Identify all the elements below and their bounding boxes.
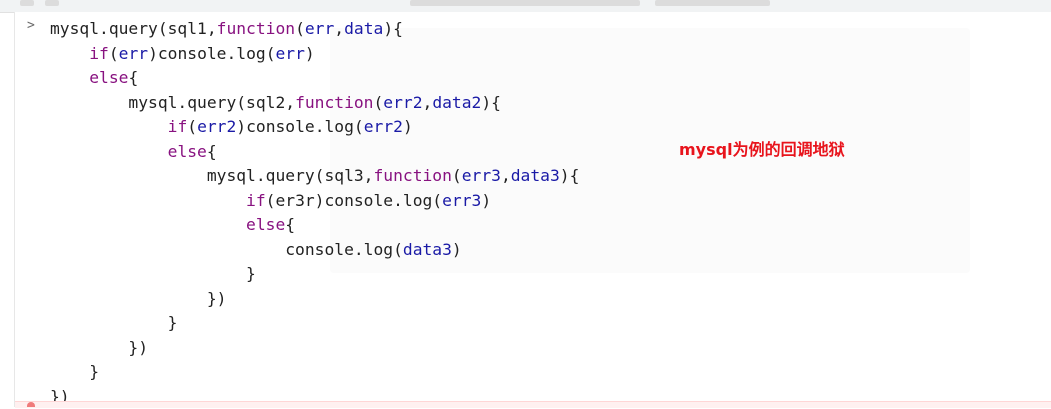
code-text: (er3r)console.log( (266, 191, 442, 210)
code-text: , (423, 93, 433, 112)
code-text: { (285, 215, 295, 234)
code-parameter: err2 (197, 117, 236, 136)
code-keyword: if (168, 117, 188, 136)
code-line: mysql.query(sql3,function(err3,data3){ (50, 164, 579, 189)
code-text: ( (109, 44, 119, 63)
code-parameter: err (119, 44, 148, 63)
code-parameter: err3 (442, 191, 481, 210)
code-line: mysql.query(sql1,function(err,data){ (50, 17, 579, 42)
code-line: console.log(data3) (50, 238, 579, 263)
code-text: ( (373, 93, 383, 112)
code-text: console.log( (50, 240, 403, 259)
code-text: }) (50, 289, 226, 308)
code-text: )console.log( (148, 44, 275, 63)
code-text: } (50, 313, 177, 332)
code-text (50, 117, 168, 136)
code-text (50, 215, 246, 234)
code-text: } (50, 362, 99, 381)
console-input-code[interactable]: mysql.query(sql1,function(err,data){ if(… (50, 17, 579, 409)
code-text: ){ (383, 19, 403, 38)
code-text (50, 68, 89, 87)
code-line: } (50, 360, 579, 385)
code-text (50, 44, 89, 63)
code-line: } (50, 311, 579, 336)
code-text: ( (295, 19, 305, 38)
code-text: } (50, 264, 256, 283)
code-text: ) (452, 240, 462, 259)
code-keyword: if (89, 44, 109, 63)
toolbar-field-blur (410, 0, 640, 6)
toolbar-icon-blur (20, 0, 34, 6)
code-line: if(err)console.log(err) (50, 42, 579, 67)
code-parameter: err3 (462, 166, 501, 185)
code-text: , (501, 166, 511, 185)
code-keyword: else (246, 215, 285, 234)
code-keyword: function (373, 166, 451, 185)
code-text: )console.log( (236, 117, 363, 136)
code-parameter: err2 (383, 93, 422, 112)
code-line: else{ (50, 213, 579, 238)
code-text: mysql.query(sql1, (50, 19, 217, 38)
error-icon (27, 402, 35, 407)
code-keyword: else (168, 142, 207, 161)
code-parameter: err (305, 19, 334, 38)
code-parameter: data3 (403, 240, 452, 259)
toolbar-field-blur (655, 0, 770, 6)
code-line: } (50, 262, 579, 287)
code-line: else{ (50, 140, 579, 165)
code-parameter: data (344, 19, 383, 38)
code-text: { (128, 68, 138, 87)
code-line: mysql.query(sql2,function(err2,data2){ (50, 91, 579, 116)
code-text: { (207, 142, 217, 161)
code-keyword: function (217, 19, 295, 38)
code-text: ( (187, 117, 197, 136)
code-text: ) (305, 44, 315, 63)
console-prompt-chevron: > (27, 17, 35, 35)
code-text: ) (403, 117, 413, 136)
code-line: if(err2)console.log(err2) (50, 115, 579, 140)
code-text (50, 191, 246, 210)
code-line: }) (50, 336, 579, 361)
code-keyword: else (89, 68, 128, 87)
code-text: ) (481, 191, 491, 210)
code-text: }) (50, 338, 148, 357)
code-keyword: if (246, 191, 266, 210)
toolbar-icon-blur (45, 0, 59, 6)
code-parameter: err (276, 44, 305, 63)
code-parameter: data3 (511, 166, 560, 185)
code-keyword: function (295, 93, 373, 112)
code-parameter: data2 (432, 93, 481, 112)
code-line: }) (50, 287, 579, 312)
code-text (50, 142, 168, 161)
code-line: else{ (50, 66, 579, 91)
code-text: ( (452, 166, 462, 185)
code-text: , (334, 19, 344, 38)
code-text: ){ (560, 166, 580, 185)
code-text: ){ (481, 93, 501, 112)
callback-hell-annotation: mysql为例的回调地狱 (679, 136, 845, 160)
code-parameter: err2 (364, 117, 403, 136)
code-text: mysql.query(sql2, (50, 93, 295, 112)
code-line: if(er3r)console.log(err3) (50, 189, 579, 214)
code-text: mysql.query(sql3, (50, 166, 373, 185)
